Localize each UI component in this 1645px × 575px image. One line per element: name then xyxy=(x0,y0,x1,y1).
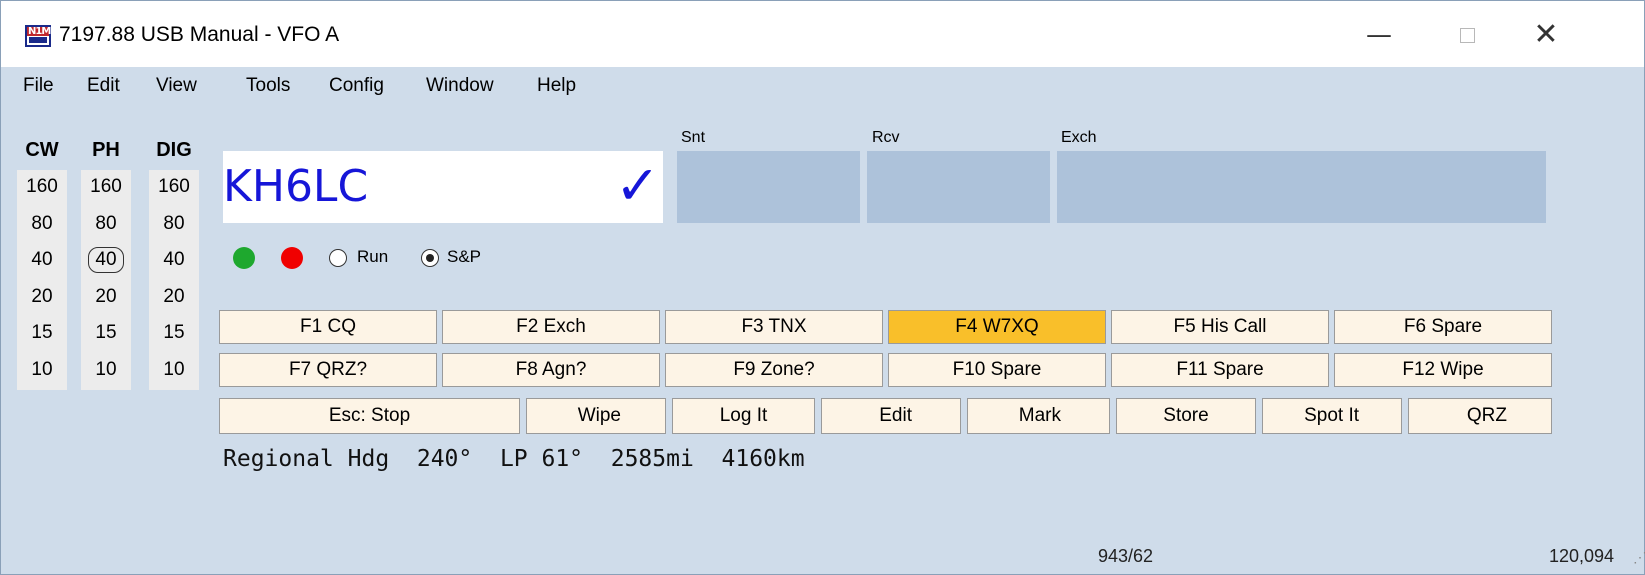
band-column-dig: DIG 160 80 40 20 15 10 xyxy=(145,137,203,390)
band-header-ph: PH xyxy=(92,139,120,161)
menu-tools[interactable]: Tools xyxy=(246,75,290,97)
edit-button[interactable]: Edit xyxy=(821,398,961,434)
f9-button[interactable]: F9 Zone? xyxy=(665,353,883,387)
band-ph-20[interactable]: 20 xyxy=(81,280,131,317)
snt-input[interactable] xyxy=(677,151,860,223)
band-ph-160[interactable]: 160 xyxy=(81,170,131,207)
band-dig-160[interactable]: 160 xyxy=(149,170,199,207)
f1-button[interactable]: F1 CQ xyxy=(219,310,437,344)
f2-button[interactable]: F2 Exch xyxy=(442,310,660,344)
selected-band-label: 40 xyxy=(88,247,124,274)
menu-config[interactable]: Config xyxy=(329,75,384,97)
band-column-cw: CW 160 80 40 20 15 10 xyxy=(13,137,71,390)
title-bar: N1M 7197.88 USB Manual - VFO A — ✕ xyxy=(1,1,1644,67)
band-dig-15[interactable]: 15 xyxy=(149,316,199,353)
maximize-icon xyxy=(1459,28,1475,43)
score-status: 120,094 xyxy=(1549,546,1615,566)
band-cw-40[interactable]: 40 xyxy=(17,243,67,280)
sp-label[interactable]: S&P xyxy=(447,247,481,267)
esc-stop-button[interactable]: Esc: Stop xyxy=(219,398,520,434)
bearing-info-line: Regional Hdg 240° LP 61° 2585mi 4160km xyxy=(223,446,805,472)
band-header-cw: CW xyxy=(25,139,59,161)
sp-radio[interactable] xyxy=(421,249,439,267)
red-status-indicator xyxy=(281,247,303,269)
window-title: 7197.88 USB Manual - VFO A xyxy=(59,23,340,46)
close-button[interactable]: ✕ xyxy=(1526,20,1566,51)
f5-button[interactable]: F5 His Call xyxy=(1111,310,1329,344)
rcv-input[interactable] xyxy=(867,151,1050,223)
band-dig-80[interactable]: 80 xyxy=(149,207,199,244)
callsign-value: KH6LC xyxy=(223,161,369,212)
f12-button[interactable]: F12 Wipe xyxy=(1334,353,1552,387)
band-ph-40-selected[interactable]: 40 xyxy=(81,243,131,280)
menu-window[interactable]: Window xyxy=(426,75,494,97)
menu-file[interactable]: File xyxy=(23,75,54,97)
band-cw-20[interactable]: 20 xyxy=(17,280,67,317)
snt-label: Snt xyxy=(681,129,706,146)
callsign-input[interactable]: KH6LC xyxy=(223,151,663,223)
band-cw-80[interactable]: 80 xyxy=(17,207,67,244)
resize-grip-icon[interactable]: ⋰ xyxy=(1633,549,1645,566)
wipe-button[interactable]: Wipe xyxy=(526,398,666,434)
f10-button[interactable]: F10 Spare xyxy=(888,353,1106,387)
f4-button-active[interactable]: F4 W7XQ xyxy=(888,310,1106,344)
band-header-dig: DIG xyxy=(156,139,192,161)
spot-it-button[interactable]: Spot It xyxy=(1262,398,1402,434)
menu-edit[interactable]: Edit xyxy=(87,75,120,97)
band-dig-20[interactable]: 20 xyxy=(149,280,199,317)
band-ph-10[interactable]: 10 xyxy=(81,353,131,390)
band-cw-160[interactable]: 160 xyxy=(17,170,67,207)
run-radio[interactable] xyxy=(329,249,347,267)
f11-button[interactable]: F11 Spare xyxy=(1111,353,1329,387)
band-cw-15[interactable]: 15 xyxy=(17,316,67,353)
mark-button[interactable]: Mark xyxy=(967,398,1110,434)
maximize-button[interactable] xyxy=(1447,21,1487,51)
band-column-ph: PH 160 80 40 20 15 10 xyxy=(77,137,135,390)
f7-button[interactable]: F7 QRZ? xyxy=(219,353,437,387)
band-ph-80[interactable]: 80 xyxy=(81,207,131,244)
f8-button[interactable]: F8 Agn? xyxy=(442,353,660,387)
check-mark-icon: ✓ xyxy=(615,156,661,216)
f3-button[interactable]: F3 TNX xyxy=(665,310,883,344)
band-dig-40[interactable]: 40 xyxy=(149,243,199,280)
rcv-label: Rcv xyxy=(872,129,900,146)
menu-bar: File Edit View Tools Config Window Help xyxy=(1,67,1644,105)
band-dig-10[interactable]: 10 xyxy=(149,353,199,390)
log-it-button[interactable]: Log It xyxy=(672,398,815,434)
logger-entry-window: N1M 7197.88 USB Manual - VFO A — ✕ File … xyxy=(0,0,1645,575)
exch-label: Exch xyxy=(1061,129,1097,146)
green-status-indicator xyxy=(233,247,255,269)
menu-help[interactable]: Help xyxy=(537,75,576,97)
exch-input[interactable] xyxy=(1057,151,1546,223)
qso-count-status: 943/62 xyxy=(1098,546,1154,566)
n1mm-logo-icon[interactable]: N1M xyxy=(25,25,51,47)
band-ph-15[interactable]: 15 xyxy=(81,316,131,353)
qrz-button[interactable]: QRZ xyxy=(1408,398,1552,434)
band-cw-10[interactable]: 10 xyxy=(17,353,67,390)
run-label[interactable]: Run xyxy=(357,247,388,267)
menu-view[interactable]: View xyxy=(156,75,197,97)
f6-button[interactable]: F6 Spare xyxy=(1334,310,1552,344)
minimize-button[interactable]: — xyxy=(1359,21,1399,51)
store-button[interactable]: Store xyxy=(1116,398,1256,434)
